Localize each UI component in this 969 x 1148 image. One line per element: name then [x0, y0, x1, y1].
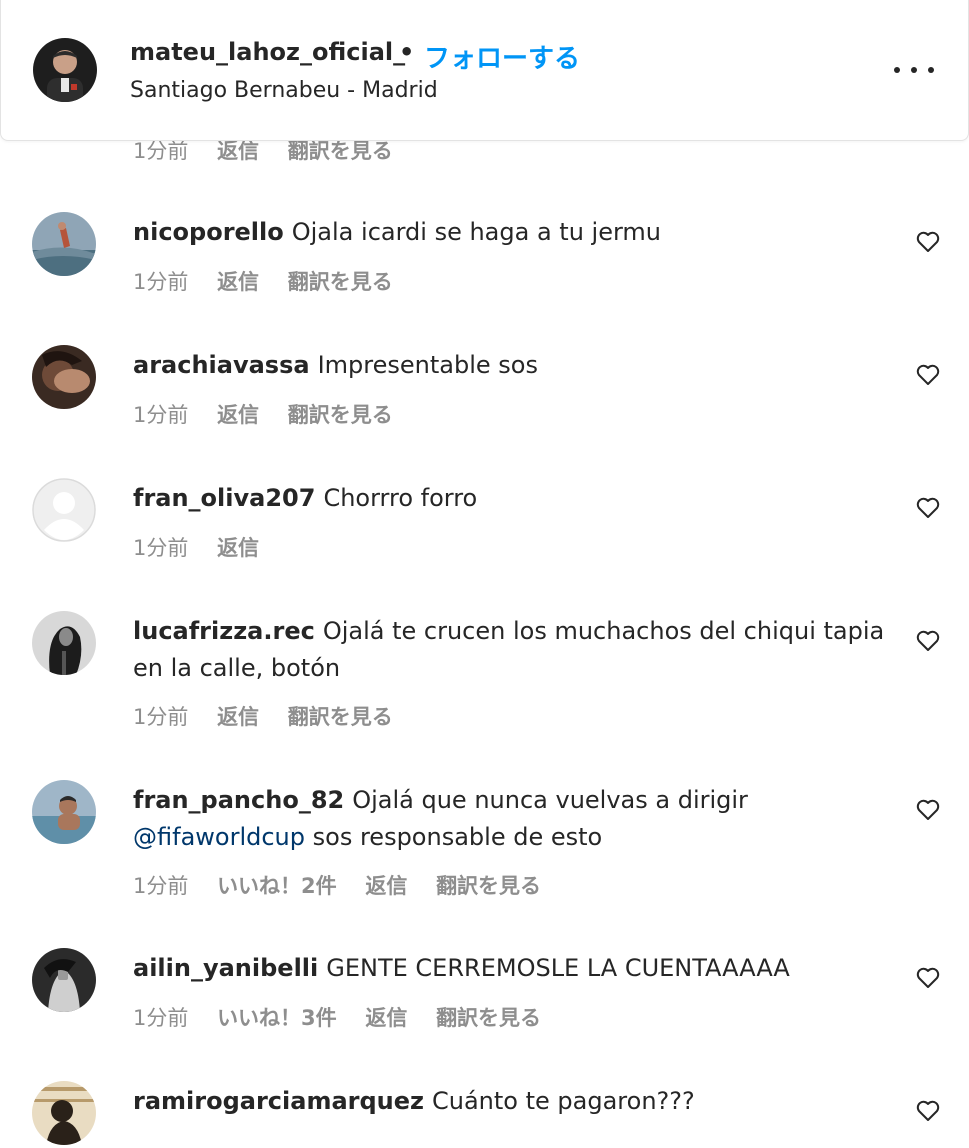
comment-username[interactable]: arachiavassa [133, 351, 310, 379]
avatar-image [32, 1081, 96, 1145]
comment-time: 1分前 [133, 874, 189, 898]
heart-icon[interactable] [916, 231, 940, 253]
author-username[interactable]: mateu_lahoz_oficial_ [130, 38, 405, 66]
comment-time: 1分前 [133, 1006, 189, 1030]
separator-dot: • [399, 38, 415, 66]
comment-text: arachiavassa Impresentable sos [133, 347, 888, 384]
comment-username[interactable]: ramirogarciamarquez [133, 1087, 424, 1115]
post-header: mateu_lahoz_oficial_ • フォローする Santiago B… [0, 0, 969, 141]
more-options-icon[interactable] [894, 55, 934, 85]
reply-button[interactable]: 返信 [217, 536, 259, 560]
comment-time: 1分前 [133, 403, 189, 427]
heart-icon[interactable] [916, 799, 940, 821]
comment-time: 1分前 [133, 705, 189, 729]
comment-meta: 1分前 いいね！2件 返信 翻訳を見る [133, 870, 563, 900]
comment-text: fran_oliva207 Chorrro forro [133, 480, 888, 517]
see-translation-button[interactable]: 翻訳を見る [288, 139, 393, 163]
comment-text: ramirogarciamarquez Cuánto te pagaron??? [133, 1083, 888, 1120]
avatar-image [32, 780, 96, 844]
reply-button[interactable]: 返信 [365, 1006, 407, 1030]
avatar-image [32, 212, 96, 276]
post-location[interactable]: Santiago Bernabeu - Madrid [130, 78, 438, 103]
comment-meta: 1分前 いいね！3件 返信 翻訳を見る [133, 1002, 563, 1032]
comment-username[interactable]: fran_oliva207 [133, 484, 315, 512]
see-translation-button[interactable]: 翻訳を見る [288, 705, 393, 729]
avatar-image [32, 611, 96, 675]
comment-body: Ojala icardi se haga a tu jermu [291, 218, 662, 246]
see-translation-button[interactable]: 翻訳を見る [436, 1006, 541, 1030]
comment-username[interactable]: fran_pancho_82 [133, 786, 344, 814]
heart-icon[interactable] [916, 497, 940, 519]
comment-text: lucafrizza.rec Ojalá te crucen los muchac… [133, 613, 888, 687]
commenter-avatar[interactable] [32, 478, 96, 542]
likes-count[interactable]: いいね！3件 [217, 1006, 337, 1030]
comment-text: nicoporello Ojala icardi se haga a tu jer… [133, 214, 888, 251]
comment-meta: 1分前 返信 翻訳を見る [133, 701, 415, 731]
comment-time: 1分前 [133, 270, 189, 294]
comment-username[interactable]: nicoporello [133, 218, 284, 246]
comment-body: Chorrro forro [323, 484, 478, 512]
comment-body: Cuánto te pagaron??? [432, 1087, 695, 1115]
comment-meta: 1分前 返信 翻訳を見る [133, 266, 415, 296]
commenter-avatar[interactable] [32, 611, 96, 675]
heart-icon[interactable] [916, 630, 940, 652]
dot [928, 67, 934, 73]
comment-meta: 1分前 返信 [133, 532, 281, 562]
heart-icon[interactable] [916, 364, 940, 386]
reply-button[interactable]: 返信 [217, 139, 259, 163]
commenter-avatar[interactable] [32, 345, 96, 409]
comment-meta: 1分前 返信 翻訳を見る [133, 399, 415, 429]
reply-button[interactable]: 返信 [217, 705, 259, 729]
author-avatar-image [33, 38, 97, 102]
commenter-avatar[interactable] [32, 1081, 96, 1145]
comment-username[interactable]: lucafrizza.rec [133, 617, 315, 645]
mention-link[interactable]: @fifaworldcup [133, 823, 305, 851]
see-translation-button[interactable]: 翻訳を見る [288, 270, 393, 294]
comment-body: Impresentable sos [317, 351, 538, 379]
commenter-avatar[interactable] [32, 780, 96, 844]
commenter-avatar[interactable] [32, 948, 96, 1012]
likes-count[interactable]: いいね！2件 [217, 874, 337, 898]
reply-button[interactable]: 返信 [365, 874, 407, 898]
heart-icon[interactable] [916, 1100, 940, 1122]
avatar-image [32, 948, 96, 1012]
see-translation-button[interactable]: 翻訳を見る [288, 403, 393, 427]
reply-button[interactable]: 返信 [217, 270, 259, 294]
reply-button[interactable]: 返信 [217, 403, 259, 427]
heart-icon[interactable] [916, 967, 940, 989]
author-avatar[interactable] [33, 38, 97, 102]
comment-time: 1分前 [133, 139, 189, 163]
dot [911, 67, 917, 73]
follow-button[interactable]: フォローする [424, 38, 580, 75]
default-avatar-icon [32, 478, 96, 542]
comment-username[interactable]: ailin_yanibelli [133, 954, 318, 982]
see-translation-button[interactable]: 翻訳を見る [436, 874, 541, 898]
comment-time: 1分前 [133, 536, 189, 560]
comment-body: Ojalá que nunca vuelvas a dirigir [352, 786, 748, 814]
comment-text: ailin_yanibelli GENTE CERREMOSLE LA CUENT… [133, 950, 888, 987]
commenter-avatar[interactable] [32, 212, 96, 276]
avatar-image [32, 345, 96, 409]
comment-body-continued: sos responsable de esto [312, 823, 603, 851]
comment-text: fran_pancho_82 Ojalá que nunca vuelvas a … [133, 782, 888, 856]
dot [894, 67, 900, 73]
comment-body: GENTE CERREMOSLE LA CUENTAAAAA [326, 954, 790, 982]
